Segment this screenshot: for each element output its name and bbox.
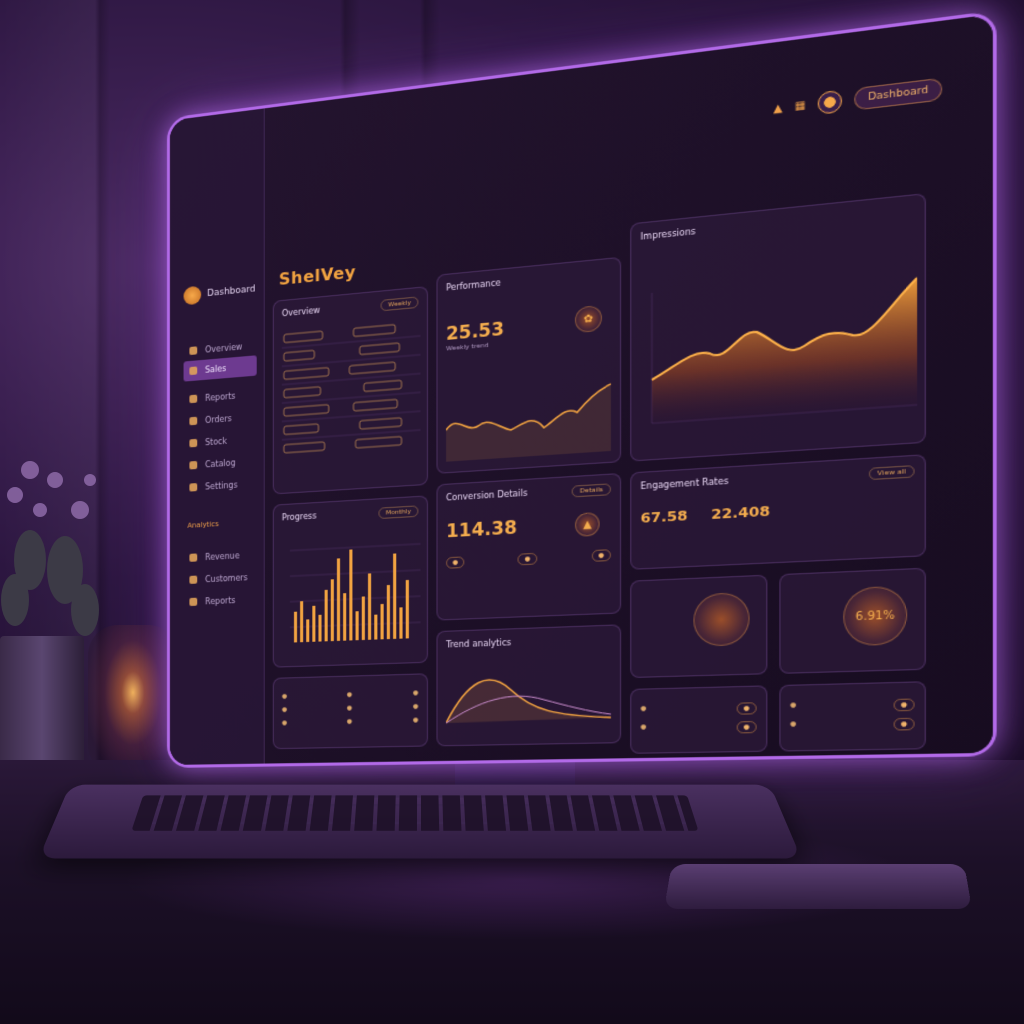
page-title: ShelVey — [278, 261, 357, 290]
overview-rows — [282, 316, 421, 482]
sidebar-item-orders[interactable]: Orders — [184, 406, 257, 432]
engagement-stats: 67.58 22.408 — [640, 496, 914, 527]
conversion-row: ● ● ● — [446, 549, 611, 569]
table-row: ● ● ● — [281, 716, 419, 727]
performance-card: Performance 25.53 Weekly trend ✿ — [436, 256, 622, 474]
sidebar-item-section-reports[interactable]: Reports — [184, 589, 257, 612]
engagement-card: Engagement Rates View all 67.58 22.408 — [630, 454, 926, 570]
conversion-pill[interactable]: ● — [446, 556, 465, 569]
doc-icon — [189, 597, 198, 607]
logo-icon — [183, 285, 202, 306]
ring-card-b: 6.91% — [779, 567, 926, 674]
table-card-c: ● ● ● ● — [779, 681, 926, 752]
card-title: Trend analytics — [446, 637, 512, 650]
monitor: Dashboard Overview Sales Reports Orders … — [167, 10, 997, 769]
progress-card: Progress Monthly — [272, 495, 428, 668]
trend-chart — [446, 655, 611, 734]
report-icon — [189, 394, 198, 404]
impressions-card: Impressions — [630, 193, 926, 462]
trend-card: Trend analytics — [436, 624, 622, 747]
sidebar-item-stock[interactable]: Stock — [184, 428, 257, 453]
card-title: Performance — [446, 278, 501, 293]
table-row: ● ● ● — [281, 702, 419, 714]
table-row: ● ● — [790, 717, 915, 733]
table-card-a: ● ● ● ● ● ● ● ● ● — [272, 673, 428, 750]
users-icon — [189, 575, 198, 584]
settings-icon — [189, 483, 198, 492]
box-icon — [189, 438, 198, 448]
home-icon — [189, 346, 198, 356]
conversion-card: Conversion Details Details 114.38 ▲ ● ● … — [436, 472, 622, 621]
stat-a-value: 67.58 — [640, 508, 688, 528]
sidebar-item-reports[interactable]: Reports — [184, 384, 257, 410]
stat-b-value: 22.408 — [710, 503, 771, 524]
dashboard-button[interactable]: Dashboard — [854, 77, 943, 111]
table-row: ● ● — [790, 698, 915, 713]
table-row: ● ● — [640, 720, 757, 735]
sidebar-item-revenue[interactable]: Revenue — [184, 544, 257, 568]
conversion-pill[interactable]: ● — [517, 552, 537, 566]
sidebar-item-catalog[interactable]: Catalog — [184, 451, 257, 476]
view-all-button[interactable]: View all — [868, 465, 915, 481]
card-filter[interactable]: Details — [571, 483, 611, 498]
table-card-b: ● ● ● ● — [630, 685, 768, 754]
ring-card-a — [630, 574, 768, 679]
sidebar-item-customers[interactable]: Customers — [184, 567, 257, 591]
dashboard-screen: Dashboard Overview Sales Reports Orders … — [169, 14, 993, 765]
bell-icon[interactable]: ▲ — [773, 102, 782, 115]
coin-icon — [189, 553, 198, 562]
avatar[interactable] — [817, 89, 843, 115]
performance-line-chart — [446, 375, 611, 462]
cart-icon — [189, 416, 198, 426]
table-row: ● ● ● — [281, 689, 419, 701]
sidebar: Dashboard Overview Sales Reports Orders … — [169, 108, 265, 765]
list-icon — [189, 460, 198, 470]
card-filter[interactable]: Monthly — [378, 505, 419, 520]
card-filter[interactable]: Weekly — [380, 296, 419, 312]
plant-decoration — [1, 461, 99, 636]
table-row: ● ● — [640, 702, 757, 717]
ring-a — [693, 591, 750, 647]
brand-name: Dashboard — [207, 284, 256, 300]
chart-icon — [189, 366, 198, 376]
candle-light — [88, 625, 178, 775]
progress-bar-chart — [282, 523, 421, 643]
trackpad — [663, 864, 973, 910]
conversion-pill[interactable]: ● — [591, 549, 611, 562]
sidebar-brand[interactable]: Dashboard — [183, 280, 256, 306]
grid-icon[interactable]: ▦ — [795, 99, 806, 113]
sidebar-section-heading: Analytics — [187, 520, 219, 530]
keyboard — [38, 784, 802, 859]
impressions-area-chart — [640, 223, 917, 445]
header-toolbar: ▲ ▦ Dashboard — [773, 77, 943, 121]
ring-b: 6.91% — [843, 585, 908, 647]
sidebar-item-settings[interactable]: Settings — [184, 473, 257, 498]
overview-card: Overview Weekly — [272, 286, 428, 495]
keyboard-keys — [131, 795, 699, 831]
